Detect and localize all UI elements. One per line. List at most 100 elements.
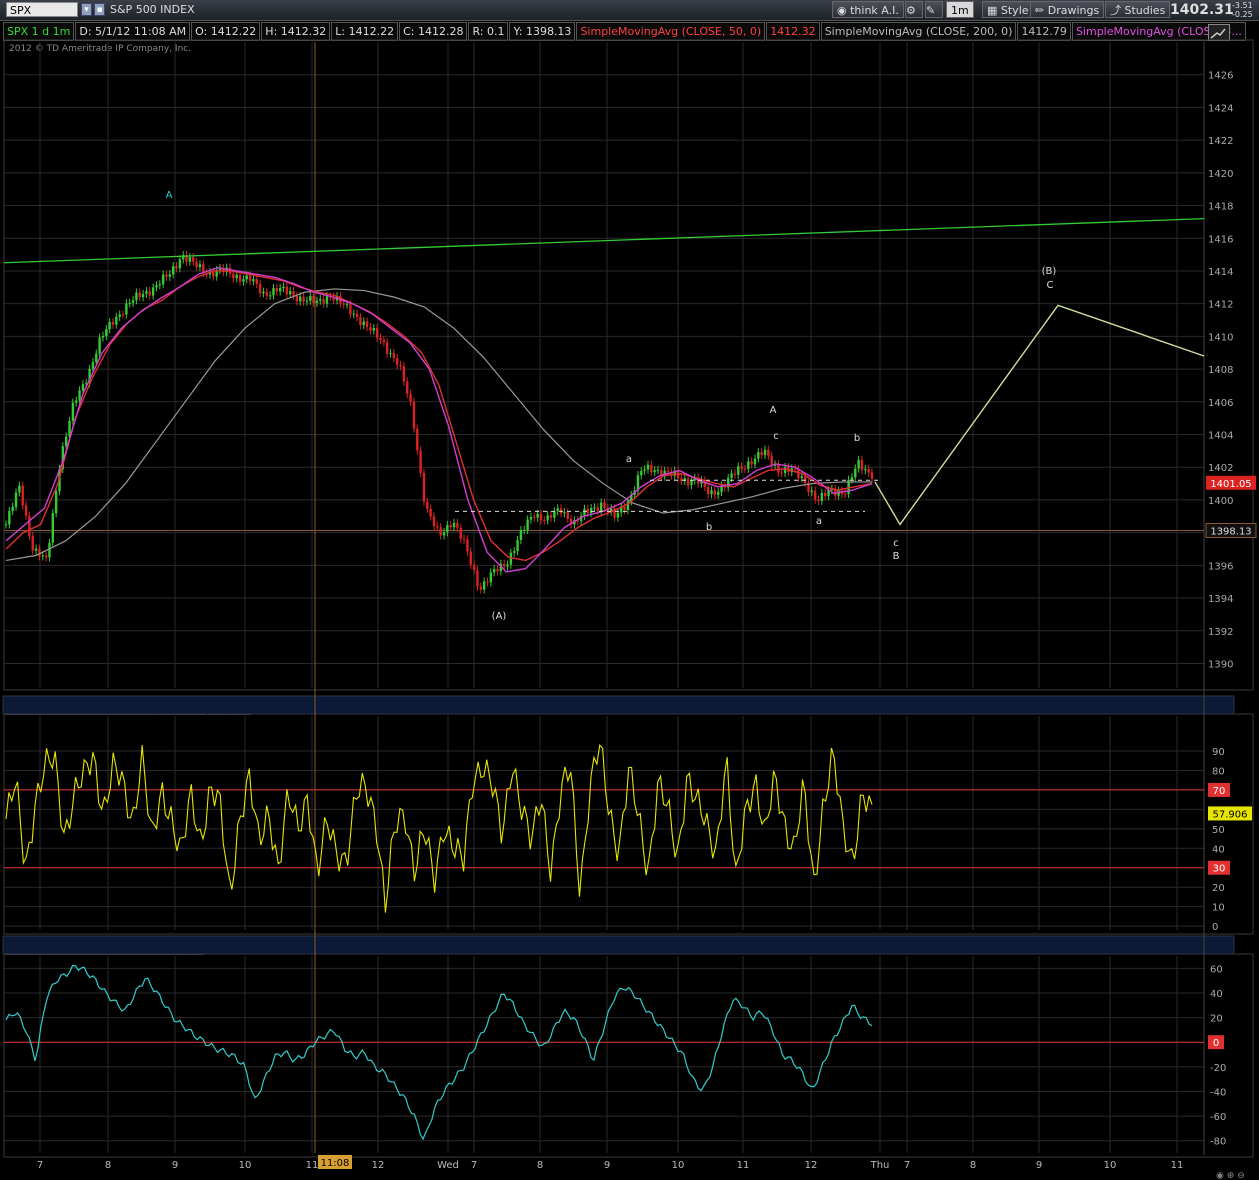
price-candle xyxy=(513,551,516,553)
x-tick-label: 8 xyxy=(970,1160,976,1171)
price-candle xyxy=(78,390,81,401)
rsi-line xyxy=(5,743,873,913)
price-candle xyxy=(633,490,636,495)
price-candle xyxy=(650,464,653,473)
y-tick-label: 40 xyxy=(1212,844,1225,855)
style-button[interactable]: ▦ Style xyxy=(982,1,1034,18)
x-tick-label: 12 xyxy=(805,1160,818,1171)
price-candle xyxy=(175,266,178,269)
price-candle xyxy=(543,520,546,522)
wave-label: b xyxy=(854,433,860,444)
price-candle xyxy=(844,493,847,495)
price-candle xyxy=(720,485,723,492)
price-candle xyxy=(616,512,620,518)
sma50-label: SimpleMovingAvg (CLOSE, 50, 0) xyxy=(576,22,766,41)
price-candle xyxy=(255,279,258,285)
trendline xyxy=(3,217,1205,264)
x-tick-label: 9 xyxy=(604,1160,610,1171)
wrench-icon[interactable]: ✎ xyxy=(925,1,943,18)
price-candle xyxy=(432,516,436,526)
price-candle xyxy=(44,555,48,558)
price-candle xyxy=(192,257,195,262)
y-tick-label: 1408 xyxy=(1208,365,1233,376)
price-candle xyxy=(282,286,285,289)
price-candle xyxy=(332,296,335,301)
price-candle xyxy=(760,452,763,455)
symbol-link-icon[interactable]: ▪ xyxy=(94,3,105,16)
tsi-line xyxy=(5,964,873,1141)
price-candle xyxy=(352,313,355,315)
price-candle xyxy=(359,317,362,326)
price-candle xyxy=(392,353,396,358)
price-candle xyxy=(178,259,182,269)
price-candle xyxy=(472,564,476,571)
settings-icon[interactable]: ⚙ xyxy=(905,1,923,18)
top-toolbar: SPX ▾ ▪ S&P 500 INDEX ◉ think A.I. ⚙ ✎ 1… xyxy=(0,0,1259,21)
price-candle xyxy=(740,466,743,469)
price-candle xyxy=(309,296,312,301)
price-candle xyxy=(222,267,225,273)
wave-label: a xyxy=(626,454,632,465)
price-candle xyxy=(589,508,593,514)
x-tick-label: 7 xyxy=(37,1160,43,1171)
price-candle xyxy=(603,502,606,508)
chart-title: SPX 1 d 1m xyxy=(3,22,75,41)
price-candle xyxy=(88,368,91,384)
chart-canvas: 7 8 9 10 11 12 Wed 7 8 9 10 11 12 Thu 7 8 9 10 11 1390 1392 1… xyxy=(2,39,1257,1180)
timeframe-button[interactable]: 1m xyxy=(946,1,974,18)
x-tick-label: 8 xyxy=(537,1160,543,1171)
price-candle xyxy=(670,472,673,476)
price-candle xyxy=(730,473,733,478)
drawings-button[interactable]: ✏ Drawings xyxy=(1030,1,1105,18)
y-tick-label: 1416 xyxy=(1208,234,1233,245)
price-candle xyxy=(412,401,416,429)
price-candle xyxy=(416,428,419,451)
studies-button[interactable]: ⤴ Studies xyxy=(1105,1,1171,18)
x-tick-label: 9 xyxy=(172,1160,178,1171)
price-candle xyxy=(713,490,717,495)
think-ai-button[interactable]: ◉ think A.I. xyxy=(832,1,904,18)
price-candle xyxy=(138,292,141,298)
price-candle xyxy=(803,476,807,484)
symbol-input[interactable]: SPX xyxy=(6,2,78,17)
price-candle xyxy=(613,508,616,518)
price-candle xyxy=(870,472,874,479)
price-candle xyxy=(188,257,192,262)
rsi-level-label: 70 xyxy=(1213,786,1226,797)
price-candle xyxy=(151,287,155,296)
price-candle xyxy=(21,485,24,506)
bar-close: C: 1412.28 xyxy=(399,22,468,41)
x-tick-label: Wed xyxy=(437,1160,459,1171)
y-tick-label: 1426 xyxy=(1208,71,1233,82)
price-candle xyxy=(171,266,175,275)
think-ai-label: think A.I. xyxy=(850,4,899,17)
price-candle xyxy=(272,288,275,296)
price-candle xyxy=(606,507,610,512)
price-candle xyxy=(362,321,365,326)
sma200-label: SimpleMovingAvg (CLOSE, 200, 0) xyxy=(820,22,1017,41)
chart-tool-icon[interactable] xyxy=(1208,24,1230,41)
price-candle xyxy=(48,542,51,558)
price-candle xyxy=(573,520,576,525)
price-candle xyxy=(850,477,854,480)
tsi-zero-label: 0 xyxy=(1213,1038,1219,1049)
price-candle xyxy=(212,271,215,277)
price-candle xyxy=(28,515,31,536)
price-candle xyxy=(489,572,493,583)
price-candle xyxy=(837,490,840,496)
price-candle xyxy=(773,464,777,466)
symbol-dropdown-icon[interactable]: ▾ xyxy=(81,3,92,16)
price-candle xyxy=(703,480,707,487)
x-tick-label: 12 xyxy=(372,1160,385,1171)
price-candle xyxy=(429,508,432,517)
price-candle xyxy=(777,464,780,473)
y-tick-label: 30 xyxy=(1212,864,1225,875)
rsi-value-bubble xyxy=(1208,806,1252,821)
price-candle xyxy=(696,477,700,484)
crosshair-time-label: 11:08 xyxy=(321,1158,350,1169)
price-candle xyxy=(599,502,603,512)
price-candle xyxy=(519,530,523,541)
symbol-name: S&P 500 INDEX xyxy=(110,3,195,16)
price-candle xyxy=(823,492,827,497)
price-candle xyxy=(419,450,422,473)
